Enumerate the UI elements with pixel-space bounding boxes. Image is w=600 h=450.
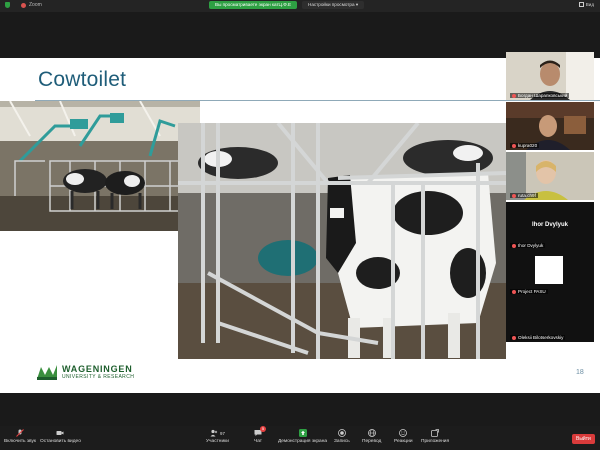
logo-subtitle: UNIVERSITY & RESEARCH (62, 374, 135, 380)
recording-dot-icon (21, 2, 26, 8)
participants-icon (210, 429, 218, 437)
participant-tile[interactable]: ruta.ch9f (506, 152, 594, 200)
share-screen-label: Демонстрация экрана (278, 439, 328, 444)
apps-icon (431, 429, 439, 437)
screen-share-notice[interactable]: Вы просматриваете экран катЦ.Ф.Е (209, 1, 298, 9)
reactions-button[interactable]: Реакции (394, 429, 413, 444)
unmute-label: Включить звук (4, 439, 36, 444)
logo-name: WAGENINGEN (62, 364, 133, 374)
mic-off-icon (512, 93, 516, 98)
slide-title: Cowtoilet (38, 68, 127, 91)
slide-page-number: 18 (576, 369, 584, 376)
chat-icon: 5 (254, 426, 266, 437)
participant-name: ruta.ch9f (510, 193, 538, 198)
apps-label: Приложения (421, 439, 450, 444)
leave-button[interactable]: Выйти (572, 434, 595, 444)
participant-tile[interactable]: Ihor Dvylyuk Ihor Dvylyuk (506, 202, 594, 250)
chat-button[interactable]: 5 Чат (254, 426, 266, 444)
chat-label: Чат (254, 439, 262, 444)
meeting-info[interactable]: Zoom (5, 2, 42, 8)
stop-video-button[interactable]: Остановить видео (40, 429, 81, 444)
participant-tile[interactable]: Project PASU (506, 248, 594, 296)
barn-photo-illustration (0, 101, 200, 231)
globe-icon (367, 429, 376, 437)
share-screen-button[interactable]: Демонстрация экрана (278, 429, 327, 444)
participants-label: Участники (206, 439, 229, 444)
participants-count: 97 (220, 430, 225, 436)
view-settings-button[interactable]: Настройки просмотра ▾ (302, 1, 365, 9)
reactions-label: Реакции (394, 439, 413, 444)
unmute-button[interactable]: Включить звук (4, 429, 36, 444)
chevron-down-icon: ▾ (355, 2, 359, 7)
participant-name-large: Ihor Dvylyuk (531, 222, 568, 228)
mic-off-icon (512, 335, 516, 340)
mic-off-icon (512, 143, 516, 148)
record-icon (337, 429, 346, 437)
record-button[interactable]: Запись (334, 429, 350, 444)
view-settings-label: Настройки просмотра (308, 2, 355, 7)
meeting-label: Zoom (29, 2, 42, 8)
participant-tile[interactable]: kupra020 (506, 102, 594, 150)
view-button[interactable]: Вид (578, 2, 594, 7)
record-label: Запись (334, 439, 350, 444)
translate-label: Перевод (362, 439, 382, 444)
mic-off-icon (512, 193, 516, 198)
translate-button[interactable]: Перевод (362, 429, 381, 444)
participant-video-panel: Богдан Шарапковський kupra020 ruta.ch9f (506, 52, 594, 342)
participant-name: kupra020 (510, 143, 540, 148)
apps-button[interactable]: Приложения (421, 429, 449, 444)
participant-tile[interactable]: Oleksii Bilotserkovskiy (506, 294, 594, 342)
university-logo: WAGENINGEN UNIVERSITY & RESEARCH (36, 363, 134, 381)
participant-name: Oleksii Bilotserkovskiy (510, 335, 566, 340)
view-label: Вид (585, 2, 594, 7)
cow-stall-illustration (178, 123, 506, 359)
wageningen-logo-icon (36, 363, 58, 381)
smiley-icon (399, 429, 408, 437)
share-screen-icon (298, 429, 307, 437)
shield-icon (5, 2, 10, 8)
participants-button[interactable]: 97 Участники (206, 429, 229, 444)
top-bar: Zoom Вы просматриваете экран катЦ.Ф.Е На… (0, 0, 600, 12)
stop-video-label: Остановить видео (40, 439, 81, 444)
participant-tile[interactable]: Богдан Шарапковський (506, 52, 594, 100)
participant-name: Богдан Шарапковський (510, 93, 570, 98)
barn-photo (0, 101, 200, 231)
zoom-meeting-window: Zoom Вы просматриваете экран катЦ.Ф.Е На… (0, 0, 600, 450)
grid-icon (578, 2, 584, 7)
meeting-toolbar: Включить звук Остановить видео 97 Участн… (0, 426, 600, 450)
mic-muted-icon (16, 429, 24, 437)
participant-avatar (535, 256, 563, 284)
cow-stall-photo (178, 123, 506, 359)
chat-badge: 5 (260, 426, 266, 432)
video-camera-icon (56, 431, 64, 435)
